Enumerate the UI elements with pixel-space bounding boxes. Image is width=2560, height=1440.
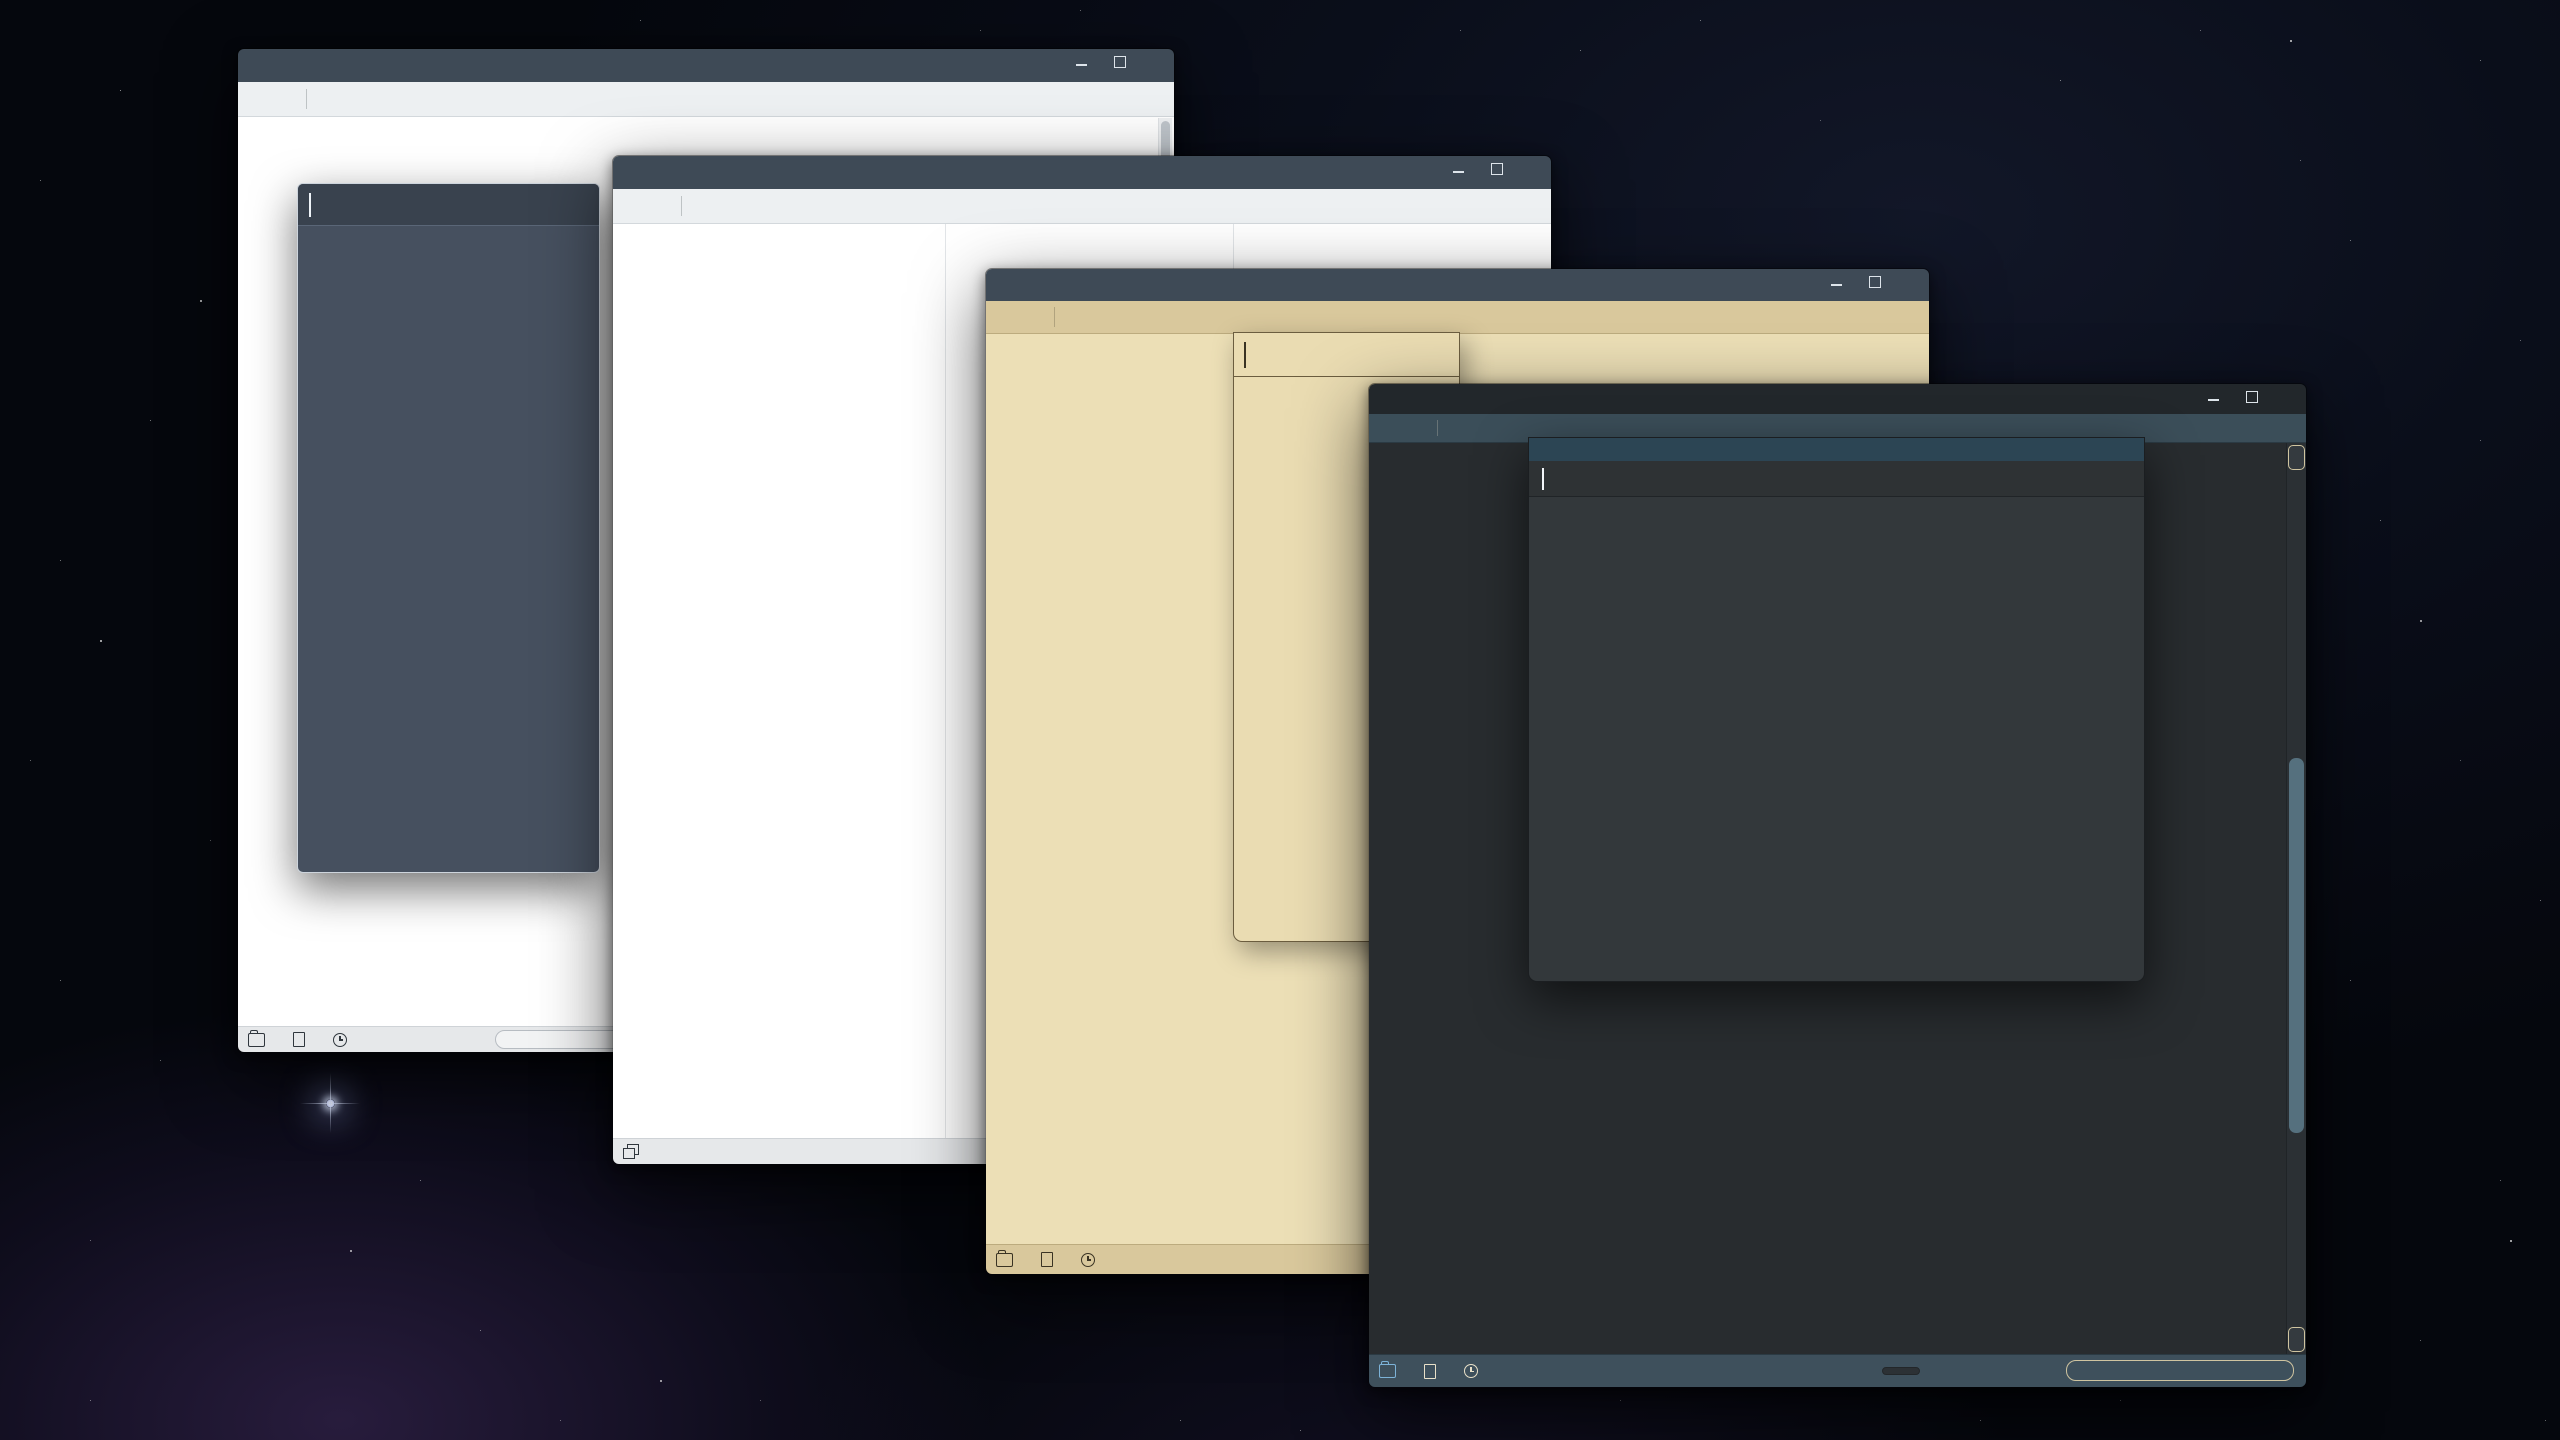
type-to-filter-hint[interactable]	[1882, 1367, 1920, 1375]
toolbar-divider	[681, 196, 682, 216]
window-controls	[1451, 162, 1543, 176]
command-palette	[1528, 437, 2145, 982]
window-controls	[1829, 275, 1921, 289]
titlebar[interactable]	[613, 156, 1551, 189]
maximize-button[interactable]	[1112, 55, 1128, 69]
navigation-toolbar	[613, 189, 1551, 224]
window-controls	[2206, 390, 2298, 404]
context-menu	[297, 183, 600, 873]
close-button[interactable]	[1150, 55, 1166, 69]
folder-count-icon	[1379, 1364, 1396, 1378]
close-button[interactable]	[1527, 162, 1543, 176]
scroll-down-icon[interactable]	[2288, 1327, 2305, 1352]
maximize-button[interactable]	[1867, 275, 1883, 289]
window-controls	[1074, 55, 1166, 69]
clock-icon	[1464, 1364, 1478, 1378]
toolbar-divider	[1054, 307, 1055, 326]
progress-box	[2066, 1360, 2294, 1381]
text-caret	[1542, 468, 1544, 490]
titlebar[interactable]	[986, 269, 1929, 301]
dropdown-filter-input[interactable]	[1234, 333, 1459, 377]
close-button[interactable]	[2282, 390, 2298, 404]
toolbar-divider	[1437, 420, 1438, 437]
desktop	[0, 0, 2560, 1440]
titlebar[interactable]	[1369, 384, 2306, 414]
scrollbar[interactable]	[2286, 443, 2306, 1354]
file-count-icon	[1424, 1364, 1436, 1379]
clipboard-icon	[623, 1144, 639, 1159]
minimize-button[interactable]	[1074, 55, 1090, 69]
clock-icon	[333, 1033, 347, 1047]
close-button[interactable]	[1905, 275, 1921, 289]
file-count-icon	[293, 1032, 305, 1047]
titlebar[interactable]	[238, 49, 1174, 82]
starfield	[0, 0, 2, 2]
scroll-up-icon[interactable]	[2288, 445, 2305, 470]
bright-star	[326, 1099, 335, 1108]
scrollbar-thumb[interactable]	[2289, 758, 2304, 1133]
folder-count-icon	[248, 1033, 265, 1047]
palette-title	[1529, 438, 2144, 461]
minimize-button[interactable]	[1829, 275, 1845, 289]
maximize-button[interactable]	[1489, 162, 1505, 176]
clock-icon	[1081, 1253, 1095, 1267]
navigation-toolbar	[238, 82, 1174, 117]
file-column-1	[613, 224, 946, 1138]
toolbar-divider	[306, 89, 307, 109]
status-bar	[1369, 1354, 2306, 1387]
folder-count-icon	[996, 1253, 1013, 1267]
minimize-button[interactable]	[2206, 390, 2222, 404]
navigation-toolbar	[986, 301, 1929, 334]
palette-search-input[interactable]	[1529, 461, 2144, 497]
minimize-button[interactable]	[1451, 162, 1467, 176]
menu-filter-input[interactable]	[298, 184, 599, 226]
maximize-button[interactable]	[2244, 390, 2260, 404]
file-count-icon	[1041, 1252, 1053, 1267]
